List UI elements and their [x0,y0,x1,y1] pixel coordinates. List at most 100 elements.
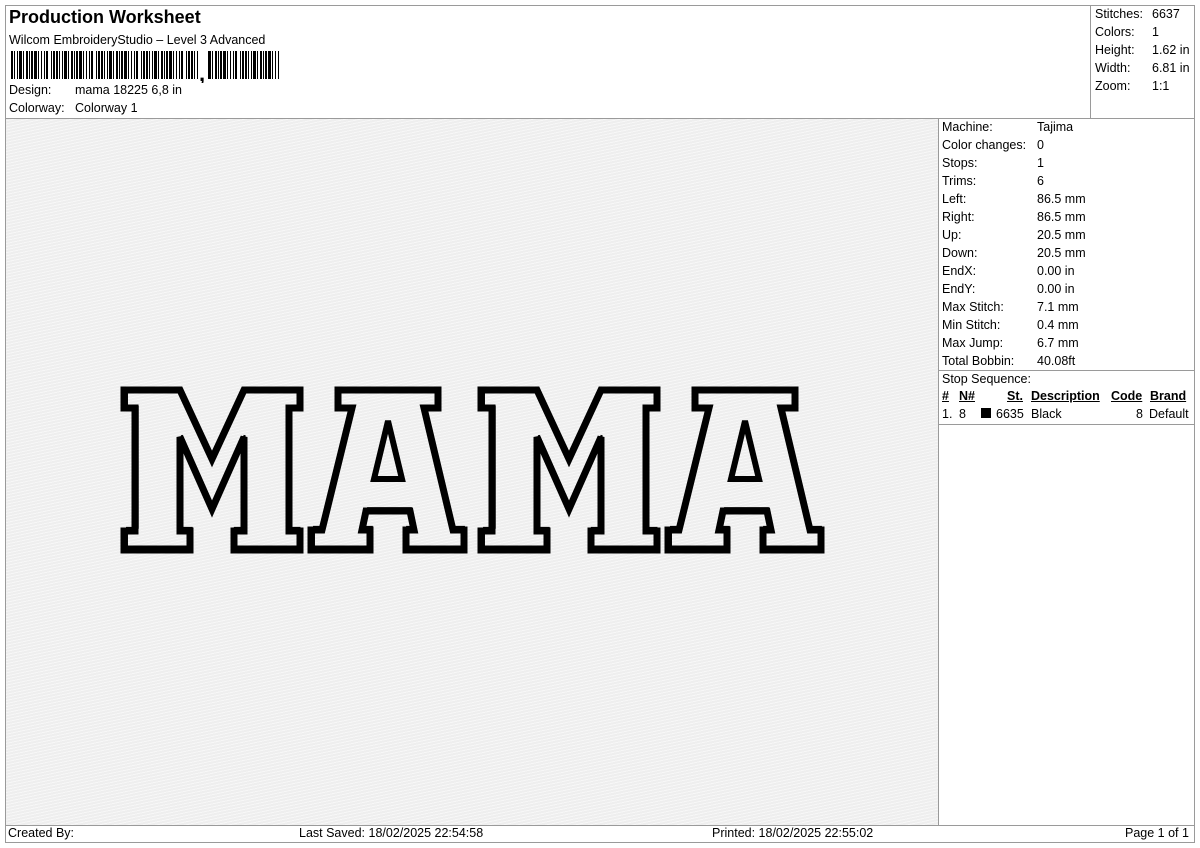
prop-max-jump: Max Jump: 6.7 mm [942,336,1079,350]
summary-label: Height: [1095,43,1135,57]
letter-m-outline [120,386,304,554]
letter-m-outline [477,386,661,554]
letter-m-inner-line [483,387,658,548]
prop-label: Max Stitch: [942,300,1004,314]
summary-value: 6637 [1152,7,1180,21]
prop-label: Color changes: [942,138,1027,152]
prop-right: Right: 86.5 mm [942,210,1086,224]
summary-label: Zoom: [1095,79,1131,93]
stop-row-description: Black [1031,407,1062,421]
prop-left: Left: 86.5 mm [942,192,1086,206]
barcode: , [11,51,279,83]
col-header-stitches: St. [1007,389,1023,403]
col-header-needle: N# [959,389,975,403]
prop-total-bobbin: Total Bobbin: 40.08ft [942,354,1075,368]
prop-label: EndY: [942,282,976,296]
prop-value: 40.08ft [1037,354,1076,368]
prop-value: 0.00 in [1037,282,1075,296]
prop-value: 20.5 mm [1037,228,1086,242]
prop-label: Down: [942,246,978,260]
stop-divider-top [939,370,1194,371]
prop-value: 6.7 mm [1037,336,1079,350]
prop-value: 0.00 in [1037,264,1075,278]
prop-trims: Trims: 6 [942,174,1044,188]
prop-endy: EndY: 0.00 in [942,282,1075,296]
summary-label: Stitches: [1095,7,1143,21]
summary-value: 1:1 [1152,79,1170,93]
design-value: mama 18225 6,8 in [75,83,183,97]
summary-width: Width: 6.81 in [1095,61,1190,75]
color-swatch [981,408,991,418]
prop-value: Tajima [1037,120,1074,134]
worksheet-header: Production Worksheet Wilcom EmbroiderySt… [6,6,1090,118]
stop-row-stitches: 6635 [996,407,1024,421]
svg-text:,: , [199,61,205,83]
page-title: Production Worksheet [9,7,201,27]
letter-a-outline [664,386,825,554]
stop-divider-bottom [939,424,1194,425]
prop-value: 6 [1037,174,1044,188]
prop-label: Min Stitch: [942,318,1001,332]
summary-colors: Colors: 1 [1095,25,1159,39]
prop-label: Up: [942,228,962,242]
colorway-label: Colorway: [9,101,65,115]
col-header-code: Code [1111,389,1143,403]
summary-stitches: Stitches: 6637 [1095,7,1180,21]
footer-page: Page 1 of 1 [1125,826,1189,840]
mama-text-outline [120,386,825,554]
design-row: Design: mama 18225 6,8 in [9,83,182,97]
prop-up: Up: 20.5 mm [942,228,1086,242]
prop-stops: Stops: 1 [942,156,1044,170]
summary-panel: Stitches: 6637 Colors: 1 Height: 1.62 in Wi… [1090,6,1195,118]
design-label: Design: [9,83,52,97]
prop-label: Right: [942,210,975,224]
prop-label: Stops: [942,156,978,170]
software-name: Wilcom EmbroideryStudio – Level 3 Advanc… [9,33,266,47]
col-header-description: Description [1031,389,1100,403]
footer-created-by: Created By: [8,826,75,840]
prop-label: Max Jump: [942,336,1004,350]
stop-row-brand: Default [1149,407,1189,421]
embroidery-design [120,386,825,554]
prop-label: Trims: [942,174,977,188]
prop-min-stitch: Min Stitch: 0.4 mm [942,318,1079,332]
footer-last-saved: Last Saved: 18/02/2025 22:54:58 [299,826,484,840]
footer-printed: Printed: 18/02/2025 22:55:02 [712,826,874,840]
design-preview [6,119,938,825]
stop-row-needle: 8 [959,407,966,421]
prop-value: 7.1 mm [1037,300,1079,314]
colorway-value: Colorway 1 [75,101,138,115]
prop-label: Left: [942,192,967,206]
letter-a-counter [370,420,406,482]
letter-a-counter [727,420,763,482]
prop-label: EndX: [942,264,977,278]
prop-value: 1 [1037,156,1044,170]
prop-value: 20.5 mm [1037,246,1086,260]
stop-sequence-title: Stop Sequence: [942,372,1031,386]
stop-row-code: 8 [1136,407,1143,421]
letter-m-inner-line [126,387,301,548]
summary-label: Width: [1095,61,1131,75]
properties-panel: Machine: Tajima Color changes: 0 Stops: 1 T… [939,119,1194,825]
prop-label: Total Bobbin: [942,354,1015,368]
col-header-index: # [942,389,949,403]
prop-label: Machine: [942,120,993,134]
summary-zoom: Zoom: 1:1 [1095,79,1169,93]
prop-value: 0 [1037,138,1044,152]
prop-color-changes: Color changes: 0 [942,138,1044,152]
prop-value: 0.4 mm [1037,318,1079,332]
summary-label: Colors: [1095,25,1135,39]
letter-a-outline [307,386,468,554]
summary-height: Height: 1.62 in [1095,43,1190,57]
col-header-brand: Brand [1150,389,1187,403]
prop-max-stitch: Max Stitch: 7.1 mm [942,300,1079,314]
prop-value: 86.5 mm [1037,210,1086,224]
summary-value: 1.62 in [1152,43,1190,57]
colorway-row: Colorway: Colorway 1 [9,101,138,115]
prop-down: Down: 20.5 mm [942,246,1086,260]
prop-machine: Machine: Tajima [942,120,1073,134]
summary-value: 1 [1152,25,1159,39]
summary-value: 6.81 in [1152,61,1190,75]
footer-divider [6,825,1194,826]
stop-row-index: 1. [942,407,953,421]
